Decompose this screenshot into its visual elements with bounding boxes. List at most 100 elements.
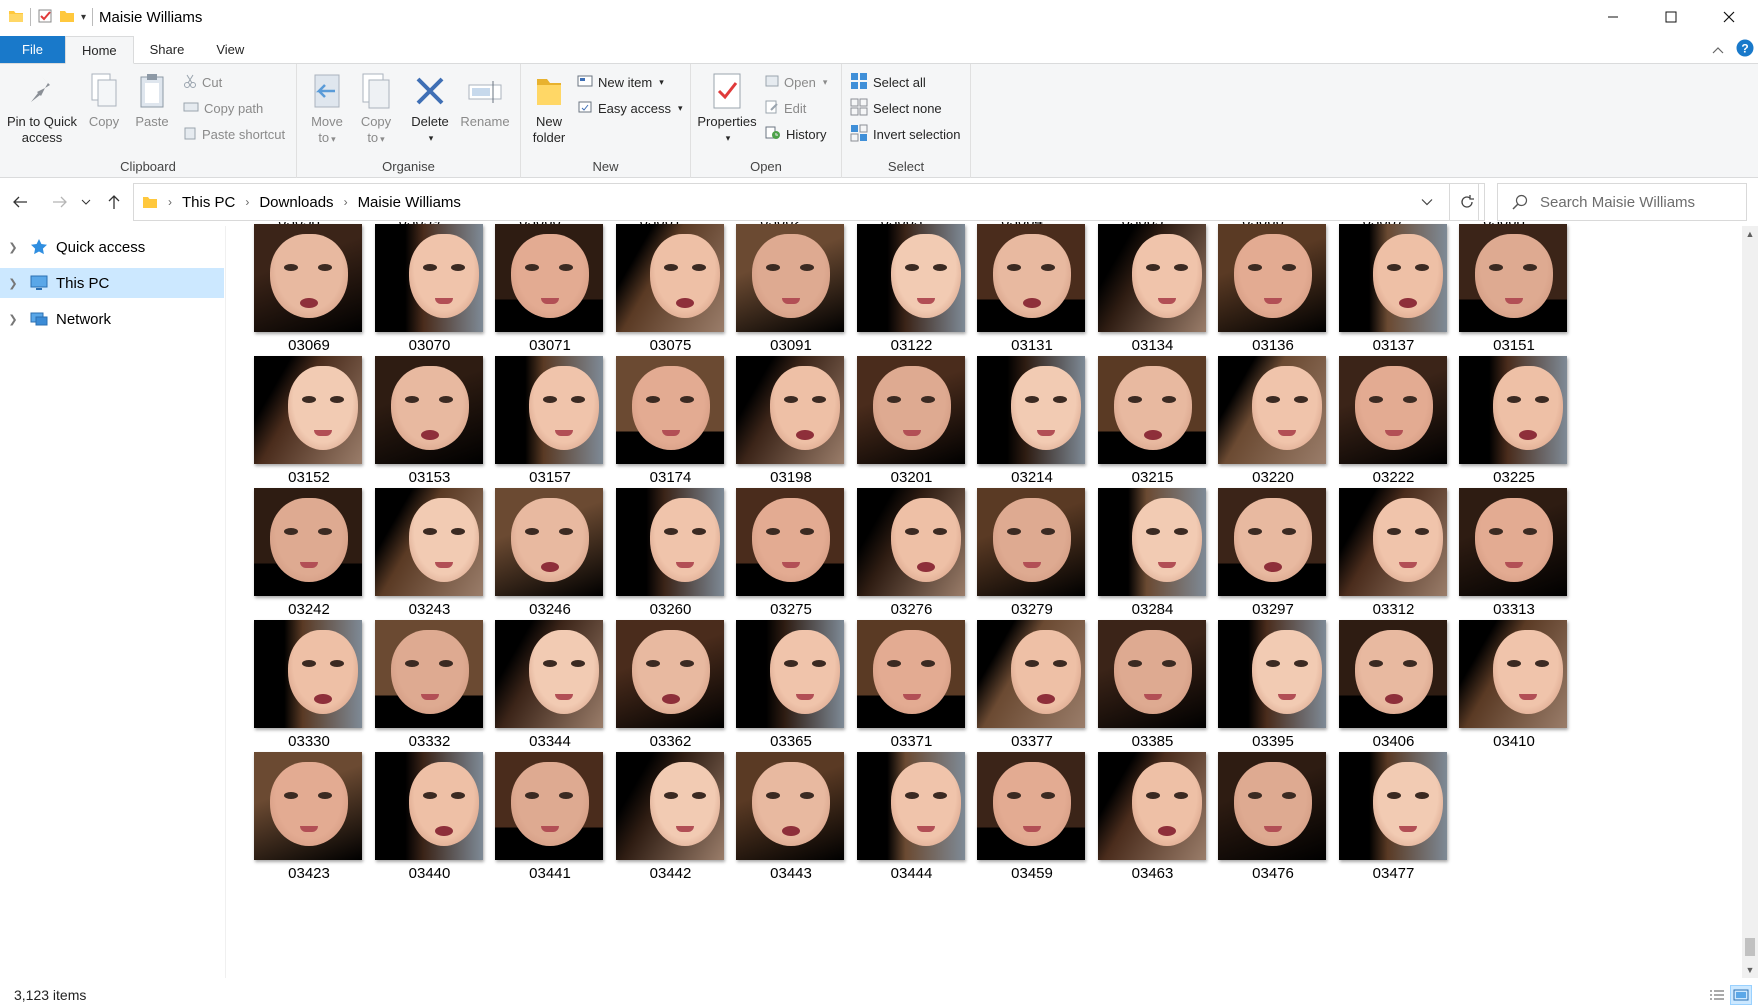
address-dropdown-button[interactable] <box>1412 184 1442 220</box>
file-tile[interactable]: 03260 <box>589 488 724 634</box>
file-tile[interactable]: 03220 <box>1191 356 1326 502</box>
nav-item-quick-access[interactable]: ❯ Quick access <box>0 232 224 262</box>
chevron-right-icon[interactable]: ❯ <box>0 313 26 326</box>
file-tile[interactable]: 03246 <box>468 488 603 634</box>
details-view-button[interactable] <box>1706 985 1728 1005</box>
file-tile[interactable]: 03225 <box>1432 356 1567 502</box>
file-tile[interactable]: 03284 <box>1071 488 1206 634</box>
file-tile[interactable]: 03365 <box>709 620 844 766</box>
chevron-right-icon[interactable]: ❯ <box>0 277 26 290</box>
file-tile[interactable]: 03152 <box>227 356 362 502</box>
file-tile[interactable]: 03151 <box>1432 224 1567 370</box>
file-tile[interactable]: 03377 <box>950 620 1085 766</box>
up-button[interactable] <box>102 190 126 214</box>
select-all-button[interactable]: Select all <box>850 72 926 92</box>
file-tile[interactable]: 03406 <box>1312 620 1447 766</box>
select-none-button[interactable]: Select none <box>850 98 942 118</box>
file-tile[interactable]: 03243 <box>348 488 483 634</box>
breadcrumb-downloads[interactable]: Downloads <box>259 194 333 211</box>
file-tile[interactable]: 03279 <box>950 488 1085 634</box>
minimize-button[interactable] <box>1584 0 1642 34</box>
search-box[interactable]: Search Maisie Williams <box>1497 183 1747 221</box>
file-tile[interactable]: 03137 <box>1312 224 1447 370</box>
tab-view[interactable]: View <box>200 36 260 63</box>
file-tile[interactable]: 03312 <box>1312 488 1447 634</box>
file-tile[interactable]: 03122 <box>830 224 965 370</box>
history-button[interactable]: History <box>765 124 826 144</box>
new-folder-icon[interactable] <box>59 8 75 27</box>
chevron-right-icon[interactable]: ❯ <box>0 241 26 254</box>
move-to-button[interactable]: Move to ▾ <box>305 70 349 147</box>
scroll-down-arrow-icon[interactable]: ▼ <box>1742 962 1758 978</box>
file-tile[interactable]: 03215 <box>1071 356 1206 502</box>
file-tile[interactable]: 03395 <box>1191 620 1326 766</box>
file-tile[interactable]: 03463 <box>1071 752 1206 898</box>
file-tile[interactable]: 03442 <box>589 752 724 898</box>
breadcrumb-current-folder[interactable]: Maisie Williams <box>358 194 461 211</box>
file-tile[interactable]: 03075 <box>589 224 724 370</box>
file-tile[interactable]: 03362 <box>589 620 724 766</box>
file-tile[interactable]: 03443 <box>709 752 844 898</box>
file-tile[interactable]: 03459 <box>950 752 1085 898</box>
file-tile[interactable]: 03476 <box>1191 752 1326 898</box>
file-tile[interactable]: 03070 <box>348 224 483 370</box>
cut-button[interactable]: Cut <box>183 72 222 92</box>
file-name-label[interactable]: 03151 <box>1444 337 1584 354</box>
rename-button[interactable]: Rename <box>457 70 513 130</box>
copy-to-button[interactable]: Copy to ▾ <box>354 70 398 147</box>
invert-selection-button[interactable]: Invert selection <box>850 124 960 144</box>
back-button[interactable] <box>8 190 32 214</box>
file-tile[interactable]: 03201 <box>830 356 965 502</box>
new-item-button[interactable]: New item ▾ <box>577 72 664 92</box>
file-tile[interactable]: 03069 <box>227 224 362 370</box>
file-tile[interactable]: 03091 <box>709 224 844 370</box>
file-tile[interactable]: 03444 <box>830 752 965 898</box>
collapse-ribbon-icon[interactable] <box>1712 42 1724 57</box>
file-tile[interactable]: 03344 <box>468 620 603 766</box>
breadcrumb-this-pc[interactable]: This PC <box>182 194 235 211</box>
customize-toolbar-icon[interactable]: ▾ <box>81 12 86 23</box>
paste-button[interactable]: Paste <box>132 70 172 130</box>
file-tile[interactable]: 03198 <box>709 356 844 502</box>
file-name-label[interactable]: 03313 <box>1444 601 1584 618</box>
close-button[interactable] <box>1700 0 1758 34</box>
scroll-up-arrow-icon[interactable]: ▲ <box>1742 226 1758 242</box>
recent-locations-button[interactable] <box>78 190 94 214</box>
copy-button[interactable]: Copy <box>84 70 124 130</box>
file-tile[interactable]: 03371 <box>830 620 965 766</box>
help-icon[interactable]: ? <box>1736 39 1754 60</box>
file-tile[interactable]: 03275 <box>709 488 844 634</box>
new-folder-button[interactable]: New folder <box>525 70 573 146</box>
edit-button[interactable]: Edit <box>765 98 806 118</box>
file-tile[interactable]: 03242 <box>227 488 362 634</box>
file-tile[interactable]: 03222 <box>1312 356 1447 502</box>
file-tile[interactable]: 03131 <box>950 224 1085 370</box>
file-tile[interactable]: 03440 <box>348 752 483 898</box>
scrollbar-thumb[interactable] <box>1745 938 1755 956</box>
file-tile[interactable]: 03153 <box>348 356 483 502</box>
refresh-button[interactable] <box>1449 183 1485 221</box>
file-tile[interactable]: 03157 <box>468 356 603 502</box>
maximize-button[interactable] <box>1642 0 1700 34</box>
file-tile[interactable]: 03385 <box>1071 620 1206 766</box>
file-tile[interactable]: 03276 <box>830 488 965 634</box>
large-icons-view-button[interactable] <box>1730 985 1752 1005</box>
file-tile[interactable]: 03297 <box>1191 488 1326 634</box>
file-tile[interactable]: 03477 <box>1312 752 1447 898</box>
file-name-label[interactable]: 03477 <box>1324 865 1464 882</box>
file-tile[interactable]: 03214 <box>950 356 1085 502</box>
pin-to-quick-access-button[interactable]: Pin to Quick access <box>6 70 78 146</box>
file-tile[interactable]: 03410 <box>1432 620 1567 766</box>
file-tile[interactable]: 03332 <box>348 620 483 766</box>
nav-item-this-pc[interactable]: ❯ This PC <box>0 268 224 298</box>
vertical-scrollbar[interactable]: ▲ ▼ <box>1742 226 1758 978</box>
file-tile[interactable]: 03330 <box>227 620 362 766</box>
paste-shortcut-button[interactable]: Paste shortcut <box>183 124 285 144</box>
file-tile[interactable]: 03313 <box>1432 488 1567 634</box>
address-bar[interactable]: › This PC › Downloads › Maisie Williams <box>133 183 1479 221</box>
open-button[interactable]: Open ▾ <box>765 72 827 92</box>
file-tile[interactable]: 03441 <box>468 752 603 898</box>
tab-file[interactable]: File <box>0 36 65 63</box>
forward-button[interactable] <box>48 190 72 214</box>
copy-path-button[interactable]: Copy path <box>183 98 263 118</box>
